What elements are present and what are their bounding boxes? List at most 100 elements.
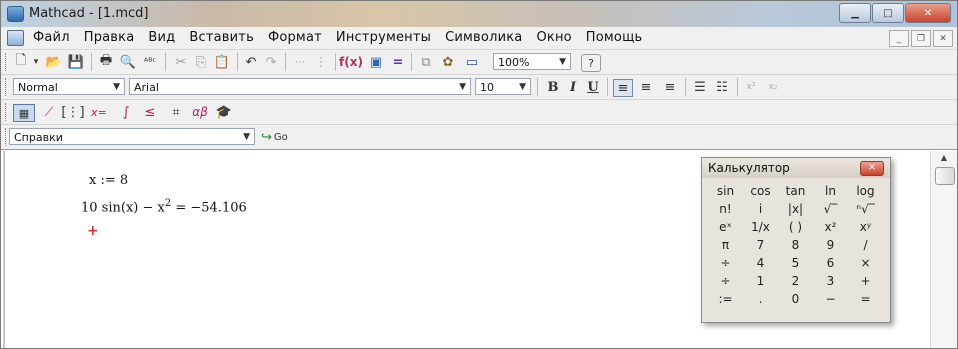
menu-window[interactable]: Окно [536, 30, 571, 45]
align-right-icon[interactable]: ≡ [661, 79, 679, 95]
save-icon[interactable]: 💾 [67, 54, 85, 70]
numbered-list-icon[interactable]: ☷ [713, 79, 731, 95]
subscript-icon[interactable]: x₂ [765, 79, 781, 95]
go-button[interactable]: ↪ Go [261, 129, 307, 145]
font-size-select[interactable]: 10 ▼ [475, 78, 531, 95]
resource-center-icon[interactable]: ✿ [439, 54, 457, 70]
calculator-button[interactable]: 3 [813, 272, 848, 290]
calculator-button[interactable]: ⁿ√‾ [848, 200, 883, 218]
print-preview-icon[interactable]: 🔍 [119, 54, 137, 70]
calculator-button[interactable]: . [743, 290, 778, 308]
toolbar-grip[interactable] [5, 103, 9, 121]
menu-help[interactable]: Помощь [586, 30, 643, 45]
matrix-toolbar-icon[interactable]: [⋮] [61, 104, 84, 120]
toolbar-grip[interactable] [5, 78, 9, 96]
menu-tools[interactable]: Инструменты [336, 30, 431, 45]
resources-select[interactable]: Справки ▼ [9, 128, 255, 145]
underline-button[interactable]: U [585, 79, 601, 95]
align-center-icon[interactable]: ≡ [637, 79, 655, 95]
calculator-button[interactable]: n! [708, 200, 743, 218]
cut-icon[interactable]: ✂ [173, 54, 189, 70]
scroll-up-icon[interactable]: ▲ [934, 153, 954, 166]
insert-region-icon[interactable]: ▭ [461, 54, 483, 70]
definition-region[interactable]: x := 8 [89, 173, 128, 188]
style-select[interactable]: Normal ▼ [13, 78, 125, 95]
calculator-button[interactable]: i [743, 200, 778, 218]
symbolic-toolbar-icon[interactable]: 🎓 [213, 104, 235, 120]
calculator-button[interactable]: ÷ [708, 254, 743, 272]
zoom-select[interactable]: 100% ▼ [493, 53, 571, 70]
calculator-button[interactable]: π [708, 236, 743, 254]
italic-button[interactable]: I [565, 79, 581, 95]
menu-insert[interactable]: Вставить [189, 30, 254, 45]
font-select[interactable]: Arial ▼ [129, 78, 471, 95]
calculator-button[interactable]: eˣ [708, 218, 743, 236]
menu-format[interactable]: Формат [268, 30, 322, 45]
calculus-toolbar-icon[interactable]: ∫ [115, 104, 137, 120]
calculator-button[interactable]: cos [743, 182, 778, 200]
minimize-button[interactable]: ▁ [839, 3, 871, 23]
calculator-button[interactable]: |x| [778, 200, 813, 218]
scrollbar-thumb[interactable] [935, 167, 955, 185]
calculator-button[interactable]: ( ) [778, 218, 813, 236]
doc-minimize-button[interactable]: _ [889, 30, 909, 47]
calculator-button[interactable]: 1/x [743, 218, 778, 236]
calculator-button[interactable]: := [708, 290, 743, 308]
menu-view[interactable]: Вид [148, 30, 175, 45]
calculator-button[interactable]: 2 [778, 272, 813, 290]
insert-component-icon[interactable]: ⧉ [417, 54, 435, 70]
align-down-icon[interactable]: ⋮ [313, 54, 329, 70]
calculator-button[interactable]: × [848, 254, 883, 272]
maximize-button[interactable]: □ [872, 3, 904, 23]
graph-toolbar-icon[interactable]: ⟋ [39, 104, 59, 120]
calculator-button[interactable]: x² [813, 218, 848, 236]
menu-edit[interactable]: Правка [84, 30, 135, 45]
calculator-button[interactable]: sin [708, 182, 743, 200]
calculator-button[interactable]: 5 [778, 254, 813, 272]
superscript-icon[interactable]: x² [743, 79, 759, 95]
calculator-toolbar-icon[interactable]: ▦ [13, 104, 35, 122]
insert-function-icon[interactable]: f(x) [339, 54, 363, 70]
calculator-button[interactable]: = [848, 290, 883, 308]
calculator-button[interactable]: 0 [778, 290, 813, 308]
align-left-icon[interactable]: ≡ [613, 79, 633, 97]
print-icon[interactable]: 🖶 [97, 53, 115, 70]
bold-button[interactable]: B [545, 79, 561, 95]
mathcad-app-icon[interactable] [7, 6, 24, 22]
calculator-button[interactable]: 7 [743, 236, 778, 254]
redo-icon[interactable]: ↷ [263, 54, 279, 70]
calculator-button[interactable]: log [848, 182, 883, 200]
calculator-button[interactable]: 8 [778, 236, 813, 254]
calculator-button[interactable]: 4 [743, 254, 778, 272]
menu-symbolics[interactable]: Символика [445, 30, 522, 45]
calculator-button[interactable]: ÷ [708, 272, 743, 290]
close-button[interactable]: ✕ [905, 3, 951, 23]
greek-toolbar-icon[interactable]: αβ [189, 104, 211, 120]
toolbar-grip[interactable] [5, 53, 9, 71]
calculator-button[interactable]: 6 [813, 254, 848, 272]
boolean-toolbar-icon[interactable]: ≤ [139, 104, 161, 120]
calculator-button[interactable]: xʸ [848, 218, 883, 236]
calculator-button[interactable]: + [848, 272, 883, 290]
document-menu-icon[interactable] [7, 30, 24, 46]
new-document-icon[interactable]: 🗋 [13, 53, 29, 70]
calculator-button[interactable]: √‾ [813, 200, 848, 218]
open-folder-icon[interactable]: 📂 [45, 54, 63, 70]
new-dropdown-icon[interactable]: ▾ [31, 54, 41, 70]
undo-icon[interactable]: ↶ [243, 54, 259, 70]
copy-icon[interactable]: ⎘ [193, 54, 209, 70]
calculator-button[interactable]: − [813, 290, 848, 308]
programming-toolbar-icon[interactable]: ⌗ [165, 104, 187, 120]
calculator-button[interactable]: 1 [743, 272, 778, 290]
menu-file[interactable]: Файл [33, 30, 70, 45]
evaluation-toolbar-icon[interactable]: x= [87, 104, 111, 120]
calculator-button[interactable]: / [848, 236, 883, 254]
bullet-list-icon[interactable]: ☰ [691, 79, 709, 95]
insert-unit-icon[interactable]: ▣ [367, 54, 385, 70]
help-button[interactable]: ? [581, 54, 601, 72]
calculator-button[interactable]: 9 [813, 236, 848, 254]
calculator-close-button[interactable]: ✕ [860, 161, 884, 176]
expression-region[interactable]: 10 sin(x) − x2 = −54.106 [81, 198, 247, 215]
calculator-button[interactable]: ln [813, 182, 848, 200]
doc-restore-button[interactable]: ❐ [911, 30, 931, 47]
